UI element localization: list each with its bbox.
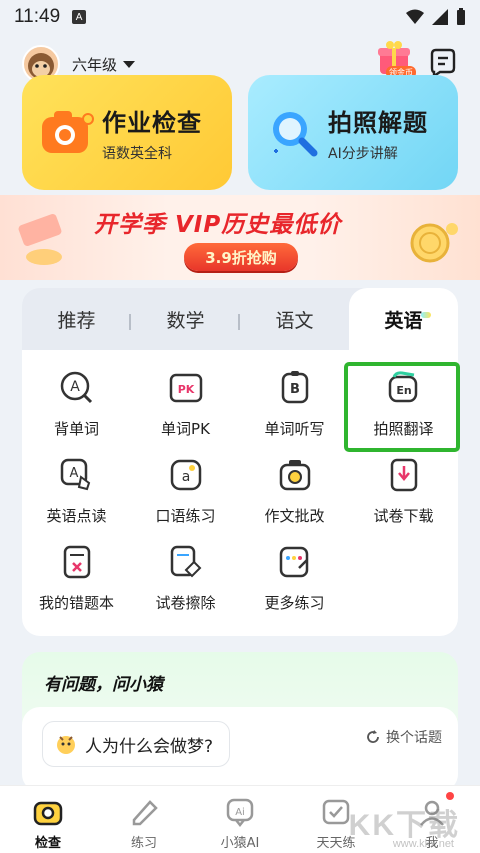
tool-label: 试卷下载 <box>373 507 434 525</box>
wifi-icon <box>406 9 424 24</box>
notification-dot <box>446 792 454 800</box>
chevron-down-icon <box>123 60 136 68</box>
camera-doc-icon <box>279 460 310 491</box>
tool-label: 试卷擦除 <box>155 594 216 612</box>
ai-chat-icon: Ai <box>226 798 254 828</box>
subject-panel: 推荐 数学 语文 英语 A 背单词 PK 单词PK B 单词听写 En 拍照翻译… <box>22 288 458 636</box>
tool-label: 背单词 <box>53 420 99 438</box>
tool-more-practice[interactable]: 更多练习 <box>240 538 349 625</box>
refresh-icon <box>367 730 379 743</box>
camera-icon <box>42 111 94 153</box>
tool-label: 英语点读 <box>46 507 107 525</box>
tab-chinese[interactable]: 语文 <box>240 288 349 350</box>
subject-tabs: 推荐 数学 语文 英语 <box>22 288 458 350</box>
tab-label: 数学 <box>166 309 205 332</box>
tool-label: 作文批改 <box>264 507 325 525</box>
question-chip[interactable]: 人为什么会做梦? <box>42 721 231 767</box>
tab-math[interactable]: 数学 <box>131 288 240 350</box>
tab-recommend[interactable]: 推荐 <box>22 288 131 350</box>
nav-check[interactable]: 检查 <box>0 786 96 853</box>
card-title: 拍照解题 <box>328 109 428 137</box>
check-square-icon <box>322 799 350 825</box>
nav-label: 小猿AI <box>220 836 260 851</box>
tool-label: 我的错题本 <box>38 594 114 612</box>
dream-emoji-icon <box>57 736 75 754</box>
tab-label: 英语 <box>384 306 431 333</box>
card-title: 作业检查 <box>102 109 202 137</box>
banner-headline: 开学季 VIP历史最低价 <box>94 212 342 238</box>
gold-coin-icon <box>410 223 458 263</box>
promo-banner[interactable]: 开学季 VIP历史最低价 3.9折抢购 <box>0 195 480 280</box>
card-subtitle: AI分步讲解 <box>328 146 398 162</box>
message-icon[interactable] <box>428 48 458 78</box>
ask-content: 人为什么会做梦? 换个话题 <box>22 707 458 792</box>
tool-label: 单词PK <box>161 420 210 438</box>
battery-icon <box>457 8 465 25</box>
tab-label: 推荐 <box>57 309 96 332</box>
svg-text:a: a <box>181 469 190 485</box>
photo-solve-card[interactable]: 拍照解题 AI分步讲解 <box>248 75 458 190</box>
tool-label: 单词听写 <box>264 420 325 438</box>
tool-word-dictation[interactable]: B 单词听写 <box>240 364 349 451</box>
svg-text:Ai: Ai <box>235 807 245 818</box>
mistake-notebook-icon <box>63 545 90 579</box>
swap-label: 换个话题 <box>386 730 442 746</box>
nav-label: 检查 <box>34 836 61 851</box>
eraser-icon <box>170 545 201 578</box>
banner-cta-button[interactable]: 3.9折抢购 <box>184 243 298 271</box>
svg-text:PK: PK <box>177 383 194 396</box>
tool-label: 更多练习 <box>264 594 325 612</box>
swap-topic-button[interactable]: 换个话题 <box>366 727 442 747</box>
tool-word-pk[interactable]: PK 单词PK <box>131 364 240 451</box>
svg-text:A: A <box>69 466 78 481</box>
svg-text:B: B <box>290 382 300 397</box>
ask-xiaoyuan-section: 有问题，问小猿 人为什么会做梦? 换个话题 <box>22 652 458 792</box>
coupon-decoration-icon <box>18 213 62 265</box>
section-heading: 有问题，问小猿 <box>44 675 163 695</box>
pk-card-icon: PK <box>169 373 202 403</box>
tab-english[interactable]: 英语 <box>349 288 458 350</box>
question-text: 人为什么会做梦? <box>85 736 214 757</box>
more-practice-icon <box>279 546 308 578</box>
tool-speaking-practice[interactable]: a 口语练习 <box>131 451 240 538</box>
tool-label: 口语练习 <box>155 507 216 525</box>
grade-selector[interactable]: 六年级 <box>72 54 136 75</box>
tool-paper-download[interactable]: 试卷下载 <box>349 451 458 538</box>
nav-label: 练习 <box>130 836 157 851</box>
tool-mistake-book[interactable]: 我的错题本 <box>22 538 131 625</box>
download-doc-icon <box>390 458 417 492</box>
grade-label: 六年级 <box>72 55 118 74</box>
speech-a-icon: a <box>170 459 201 491</box>
tool-english-read-along[interactable]: A 英语点读 <box>22 451 131 538</box>
tab-label: 语文 <box>275 309 314 332</box>
highlight-box <box>344 362 460 452</box>
point-read-icon: A <box>60 458 90 491</box>
clock: 11:49 <box>14 6 61 27</box>
nav-ai[interactable]: Ai 小猿AI <box>192 786 288 853</box>
letter-a-search-icon: A <box>60 371 92 404</box>
cell-signal-icon <box>432 9 448 25</box>
status-bar: 11:49 A <box>0 0 480 34</box>
pencil-icon <box>132 800 158 826</box>
notification-a-icon: A <box>72 10 87 24</box>
nav-practice[interactable]: 练习 <box>96 786 192 853</box>
svg-text:A: A <box>70 379 80 395</box>
watermark-url: www.kkx.net <box>392 838 454 850</box>
homework-check-card[interactable]: 作业检查 语数英全科 <box>22 75 232 190</box>
tool-essay-correction[interactable]: 作文批改 <box>240 451 349 538</box>
dictation-b-icon: B <box>281 371 308 404</box>
camera-icon <box>33 801 63 826</box>
card-subtitle: 语数英全科 <box>102 146 172 162</box>
magnifier-icon <box>273 112 318 157</box>
tool-paper-erase[interactable]: 试卷擦除 <box>131 538 240 625</box>
tool-memorize-words[interactable]: A 背单词 <box>22 364 131 451</box>
